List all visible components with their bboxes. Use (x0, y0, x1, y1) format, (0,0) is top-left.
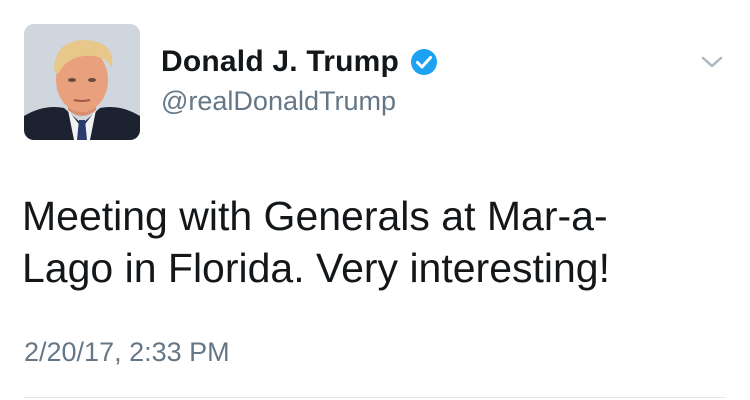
tweet-text-line: Lago in Florida. Very interesting! (22, 245, 610, 291)
author-name-row: Donald J. Trump (161, 40, 439, 84)
avatar[interactable] (24, 24, 140, 140)
chevron-down-icon[interactable] (700, 52, 724, 72)
divider (24, 397, 726, 398)
display-name[interactable]: Donald J. Trump (161, 45, 399, 79)
tweet-text: Meeting with Generals at Mar-a- Lago in … (22, 190, 722, 294)
tweet-card: Donald J. Trump @realDonaldTrump Meeting… (0, 0, 750, 400)
user-handle[interactable]: @realDonaldTrump (161, 86, 396, 117)
verified-badge-icon (409, 47, 439, 77)
avatar-image (24, 24, 140, 140)
tweet-timestamp[interactable]: 2/20/17, 2:33 PM (24, 337, 230, 368)
tweet-text-line: Meeting with Generals at Mar-a- (22, 193, 608, 239)
